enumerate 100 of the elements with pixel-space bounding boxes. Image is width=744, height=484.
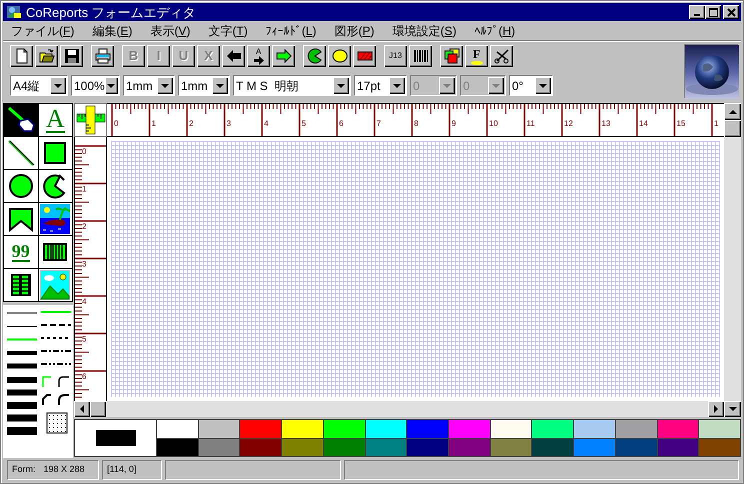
ellipse-icon (332, 48, 348, 64)
menu-item[interactable]: ファイル(F) (9, 22, 76, 40)
dropdown[interactable]: 1mm (123, 75, 175, 96)
diagonal-line-icon (6, 138, 36, 168)
minimize-button[interactable] (689, 5, 705, 19)
pie-icon (306, 48, 322, 64)
dropdown-arrow-icon (337, 84, 345, 88)
color-swatch[interactable] (616, 420, 657, 438)
maximize-button[interactable] (705, 5, 721, 19)
color-swatch[interactable] (532, 438, 574, 456)
menu-item[interactable]: 編集(E) (90, 22, 134, 40)
color-swatch[interactable] (490, 438, 532, 456)
tool-button[interactable]: A (38, 104, 72, 136)
ruler-label: 9 (452, 119, 456, 128)
scroll-down-button[interactable] (724, 401, 741, 417)
color-swatch[interactable] (532, 420, 574, 438)
tool-button[interactable] (4, 203, 38, 235)
dropdown-arrow-icon (443, 84, 451, 88)
menu-item[interactable]: 環境設定(S) (390, 22, 458, 40)
menu-item[interactable]: ﾌｨｰﾙﾄﾞ(L) (264, 22, 318, 40)
color-swatch[interactable] (157, 420, 198, 438)
dropdown[interactable]: 0° (509, 75, 553, 96)
tool-button[interactable] (38, 203, 72, 235)
color-swatch[interactable] (282, 438, 323, 456)
toolbar-button[interactable] (91, 45, 114, 67)
toolbar-button[interactable] (353, 45, 376, 67)
barcode-icon (412, 48, 428, 64)
menu-item[interactable]: 表示(V) (148, 22, 192, 40)
ruler-label: 12 (564, 119, 573, 128)
tool-button[interactable] (38, 137, 72, 169)
color-swatch[interactable] (366, 420, 406, 438)
color-swatch[interactable] (366, 438, 406, 456)
close-button[interactable] (723, 5, 739, 19)
ruler-label: 6 (339, 119, 344, 128)
toolbar-button[interactable] (272, 45, 295, 67)
toolbar-button[interactable] (60, 45, 83, 67)
tool-button[interactable] (38, 170, 72, 202)
color-swatch[interactable] (240, 420, 282, 438)
tool-button[interactable] (38, 236, 72, 268)
scrollbar-thumb[interactable] (90, 401, 106, 417)
color-swatch[interactable] (407, 438, 448, 456)
color-swatch[interactable] (490, 420, 532, 438)
color-swatch[interactable] (574, 438, 615, 456)
color-swatch[interactable] (157, 438, 198, 456)
tool-button[interactable] (4, 170, 38, 202)
dropdown[interactable]: 100% (71, 75, 120, 96)
ruler-icon[interactable] (76, 105, 106, 135)
dropdown[interactable]: A4縦 (10, 75, 68, 96)
color-swatch[interactable] (449, 438, 490, 456)
color-swatch[interactable] (282, 420, 323, 438)
status-text: 198 X 288 (44, 463, 85, 476)
scroll-left-button[interactable] (74, 401, 90, 417)
tool-button[interactable] (4, 137, 38, 169)
ruler-label: 2 (189, 119, 194, 128)
scroll-right-button[interactable] (708, 401, 724, 417)
tool-button[interactable] (38, 269, 72, 301)
toolbar-button[interactable] (10, 45, 33, 67)
scrollbar-thumb[interactable] (724, 120, 741, 137)
menu-item[interactable]: 図形(P) (332, 22, 376, 40)
color-swatch[interactable] (658, 420, 698, 438)
color-swatch[interactable] (699, 420, 740, 438)
ruler-label: 7 (376, 119, 381, 128)
tool-button[interactable]: 99 (4, 236, 38, 268)
color-swatch[interactable] (324, 438, 365, 456)
toolbar-button[interactable] (490, 45, 513, 67)
color-swatch[interactable] (407, 420, 448, 438)
toolbar-button[interactable] (303, 45, 326, 67)
color-swatch[interactable] (198, 420, 240, 438)
menu-item[interactable]: 文字(T) (206, 22, 250, 40)
right-arrow-icon (276, 48, 292, 64)
ruler-label: 5 (302, 119, 306, 128)
menu-item[interactable]: ﾍﾙﾌﾟ(H) (472, 22, 518, 40)
dropdown-arrow-icon (161, 84, 169, 88)
highlight-icon (470, 60, 482, 64)
color-swatch[interactable] (198, 438, 240, 456)
color-swatch[interactable] (699, 438, 740, 456)
toolbar-button[interactable]: J13 (384, 45, 407, 67)
color-swatch[interactable] (658, 438, 698, 456)
tool-button[interactable] (4, 269, 38, 301)
ruler-label: 2 (82, 222, 86, 231)
scroll-up-button[interactable] (724, 103, 741, 120)
color-swatch[interactable] (616, 438, 657, 456)
toolbar-button[interactable]: A (247, 45, 270, 67)
color-swatch[interactable] (240, 438, 282, 456)
toolbar-button[interactable]: F (465, 45, 488, 67)
ruler-label: 8 (414, 119, 418, 128)
dropdown[interactable]: T M S 明朝 (233, 75, 351, 96)
color-swatch[interactable] (449, 420, 490, 438)
toolbar-button[interactable] (409, 45, 432, 67)
toolbar-button[interactable] (222, 45, 245, 67)
color-swatch[interactable] (574, 420, 615, 438)
dropdown[interactable]: 17pt (354, 75, 407, 96)
dropdown[interactable]: 1mm (178, 75, 230, 96)
ruler-label: 1 (714, 119, 718, 128)
toolbar-button[interactable] (35, 45, 58, 67)
island-picture-icon (40, 204, 70, 234)
toolbar-button[interactable] (328, 45, 351, 67)
scissors-icon (494, 48, 510, 64)
color-swatch[interactable] (324, 420, 365, 438)
toolbar-button[interactable] (440, 45, 463, 67)
